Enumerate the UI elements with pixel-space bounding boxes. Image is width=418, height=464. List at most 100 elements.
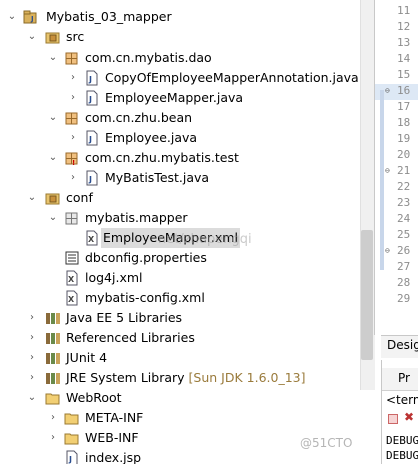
tree-item-file-test[interactable]: › J MyBatisTest.java [0,168,360,188]
editor-bottom-tab[interactable]: Desig [381,335,418,358]
properties-file-icon [65,251,79,265]
svg-text:X: X [88,235,95,244]
tree-item-package-dao[interactable]: ⌄ com.cn.mybatis.dao [0,48,360,68]
source-folder-icon [45,32,60,44]
collapse-arrow-icon[interactable]: ⌄ [48,208,58,228]
xml-file-icon: X [66,270,78,286]
expand-arrow-icon[interactable]: › [68,88,78,108]
file-label: dbconfig.properties [85,250,207,265]
tree-item-package-test[interactable]: ⌄ ! com.cn.zhu.mybatis.test [0,148,360,168]
webroot-label: WebRoot [66,390,122,405]
fold-icon[interactable]: ⊖ [385,166,390,175]
tree-item-file-copy[interactable]: › J CopyOfEmployeeMapperAnnotation.java [0,68,360,88]
tree-item-lib-referenced[interactable]: › Referenced Libraries [0,328,360,348]
conf-label: conf [66,190,93,205]
package-icon [65,212,78,225]
project-label: Mybatis_03_mapper [46,9,172,24]
line-number: 11 [397,4,411,17]
problems-tab-label: Pr [398,371,410,385]
file-label: EmployeeMapper.java [105,90,244,105]
src-label: src [66,29,85,44]
svg-text:J: J [68,455,72,464]
svg-text:!: ! [72,159,75,166]
java-file-icon: J [86,90,98,106]
xml-file-icon: X [86,230,98,246]
expand-arrow-icon[interactable]: › [27,368,37,388]
collapse-arrow-icon[interactable]: ⌄ [48,108,58,128]
package-icon [65,112,78,125]
package-label: com.cn.mybatis.dao [85,50,212,65]
folder-icon [64,433,79,445]
svg-text:X: X [68,275,75,284]
folder-label: WEB-INF [85,430,139,445]
library-label: Referenced Libraries [66,330,195,345]
collapse-arrow-icon[interactable]: ⌄ [48,148,58,168]
tree-item-file-log4j[interactable]: X log4j.xml [0,268,360,288]
scrollbar-thumb[interactable] [361,230,373,360]
library-icon [46,313,60,324]
tree-item-webroot[interactable]: ⌄ WebRoot [0,388,360,408]
tree-item-lib-javaee[interactable]: › Java EE 5 Libraries [0,308,360,328]
file-label: CopyOfEmployeeMapperAnnotation.java [105,70,359,85]
design-tab-label: Desig [387,338,418,352]
expand-arrow-icon[interactable]: › [27,308,37,328]
collapse-arrow-icon[interactable]: ⌄ [7,7,17,27]
stop-icon[interactable] [388,414,398,424]
fold-icon[interactable]: ⊖ [385,246,390,255]
file-label: mybatis-config.xml [85,290,205,305]
line-number: 12 [397,20,411,33]
remove-launch-icon[interactable]: ✖ [404,410,414,424]
line-number: 15 [397,68,411,81]
tree-item-file-mapper-java[interactable]: › J EmployeeMapper.java [0,88,360,108]
tree-item-src[interactable]: ⌄ src [0,27,360,47]
java-project-icon: J [23,10,37,24]
tree-item-index-jsp[interactable]: J index.jsp [0,448,360,464]
tree-item-file-config[interactable]: X mybatis-config.xml [0,288,360,308]
collapse-arrow-icon[interactable]: ⌄ [27,27,37,47]
watermark: net/zhupengqi [158,232,252,247]
jre-label: JRE System Library [66,370,185,385]
svg-text:J: J [88,75,92,84]
folder-label: META-INF [85,410,144,425]
tree-item-project[interactable]: ⌄ J Mybatis_03_mapper [0,7,360,27]
tree-item-conf[interactable]: ⌄ conf [0,188,360,208]
problems-tab[interactable]: Pr [382,368,418,391]
expand-arrow-icon[interactable]: › [48,408,58,428]
collapse-arrow-icon[interactable]: ⌄ [27,388,37,408]
fold-icon[interactable]: ⊖ [385,86,390,95]
tree-item-package-bean[interactable]: ⌄ com.cn.zhu.bean [0,108,360,128]
tree-item-lib-jre[interactable]: › JRE System Library [Sun JDK 1.6.0_13] [0,368,360,388]
expand-arrow-icon[interactable]: › [27,328,37,348]
console-line: DEBUG [386,449,418,462]
jsp-file-icon: J [66,450,78,464]
line-number: 29 [397,292,411,305]
tree-item-package-mapper[interactable]: ⌄ mybatis.mapper [0,208,360,228]
java-file-icon: J [86,70,98,86]
package-explorer-tree: ⌄ J Mybatis_03_mapper ⌄ src ⌄ com.cn.myb… [0,0,360,464]
tree-item-file-employee[interactable]: › J Employee.java [0,128,360,148]
expand-arrow-icon[interactable]: › [68,168,78,188]
file-label: Employee.java [105,130,198,145]
library-label: JUnit 4 [66,350,108,365]
expand-arrow-icon[interactable]: › [68,68,78,88]
tree-item-file-dbconfig[interactable]: dbconfig.properties [0,248,360,268]
source-folder-icon [45,193,60,205]
expand-arrow-icon[interactable]: › [27,348,37,368]
expand-arrow-icon[interactable]: › [68,128,78,148]
jre-detail: [Sun JDK 1.6.0_13] [188,370,306,385]
library-label: Java EE 5 Libraries [66,310,183,325]
change-ruler [380,90,384,270]
library-icon [46,373,60,384]
tree-item-meta-inf[interactable]: › META-INF [0,408,360,428]
file-label: index.jsp [85,450,142,464]
package-label: com.cn.zhu.mybatis.test [85,150,239,165]
tree-item-lib-junit[interactable]: › JUnit 4 [0,348,360,368]
svg-text:J: J [30,15,34,23]
collapse-arrow-icon[interactable]: ⌄ [27,188,37,208]
java-file-icon: J [86,170,98,186]
svg-text:J: J [88,95,92,104]
collapse-arrow-icon[interactable]: ⌄ [48,48,58,68]
watermark-corner: @51CTO [300,436,353,450]
terminated-label: <term [386,393,418,407]
expand-arrow-icon[interactable]: › [48,428,58,448]
